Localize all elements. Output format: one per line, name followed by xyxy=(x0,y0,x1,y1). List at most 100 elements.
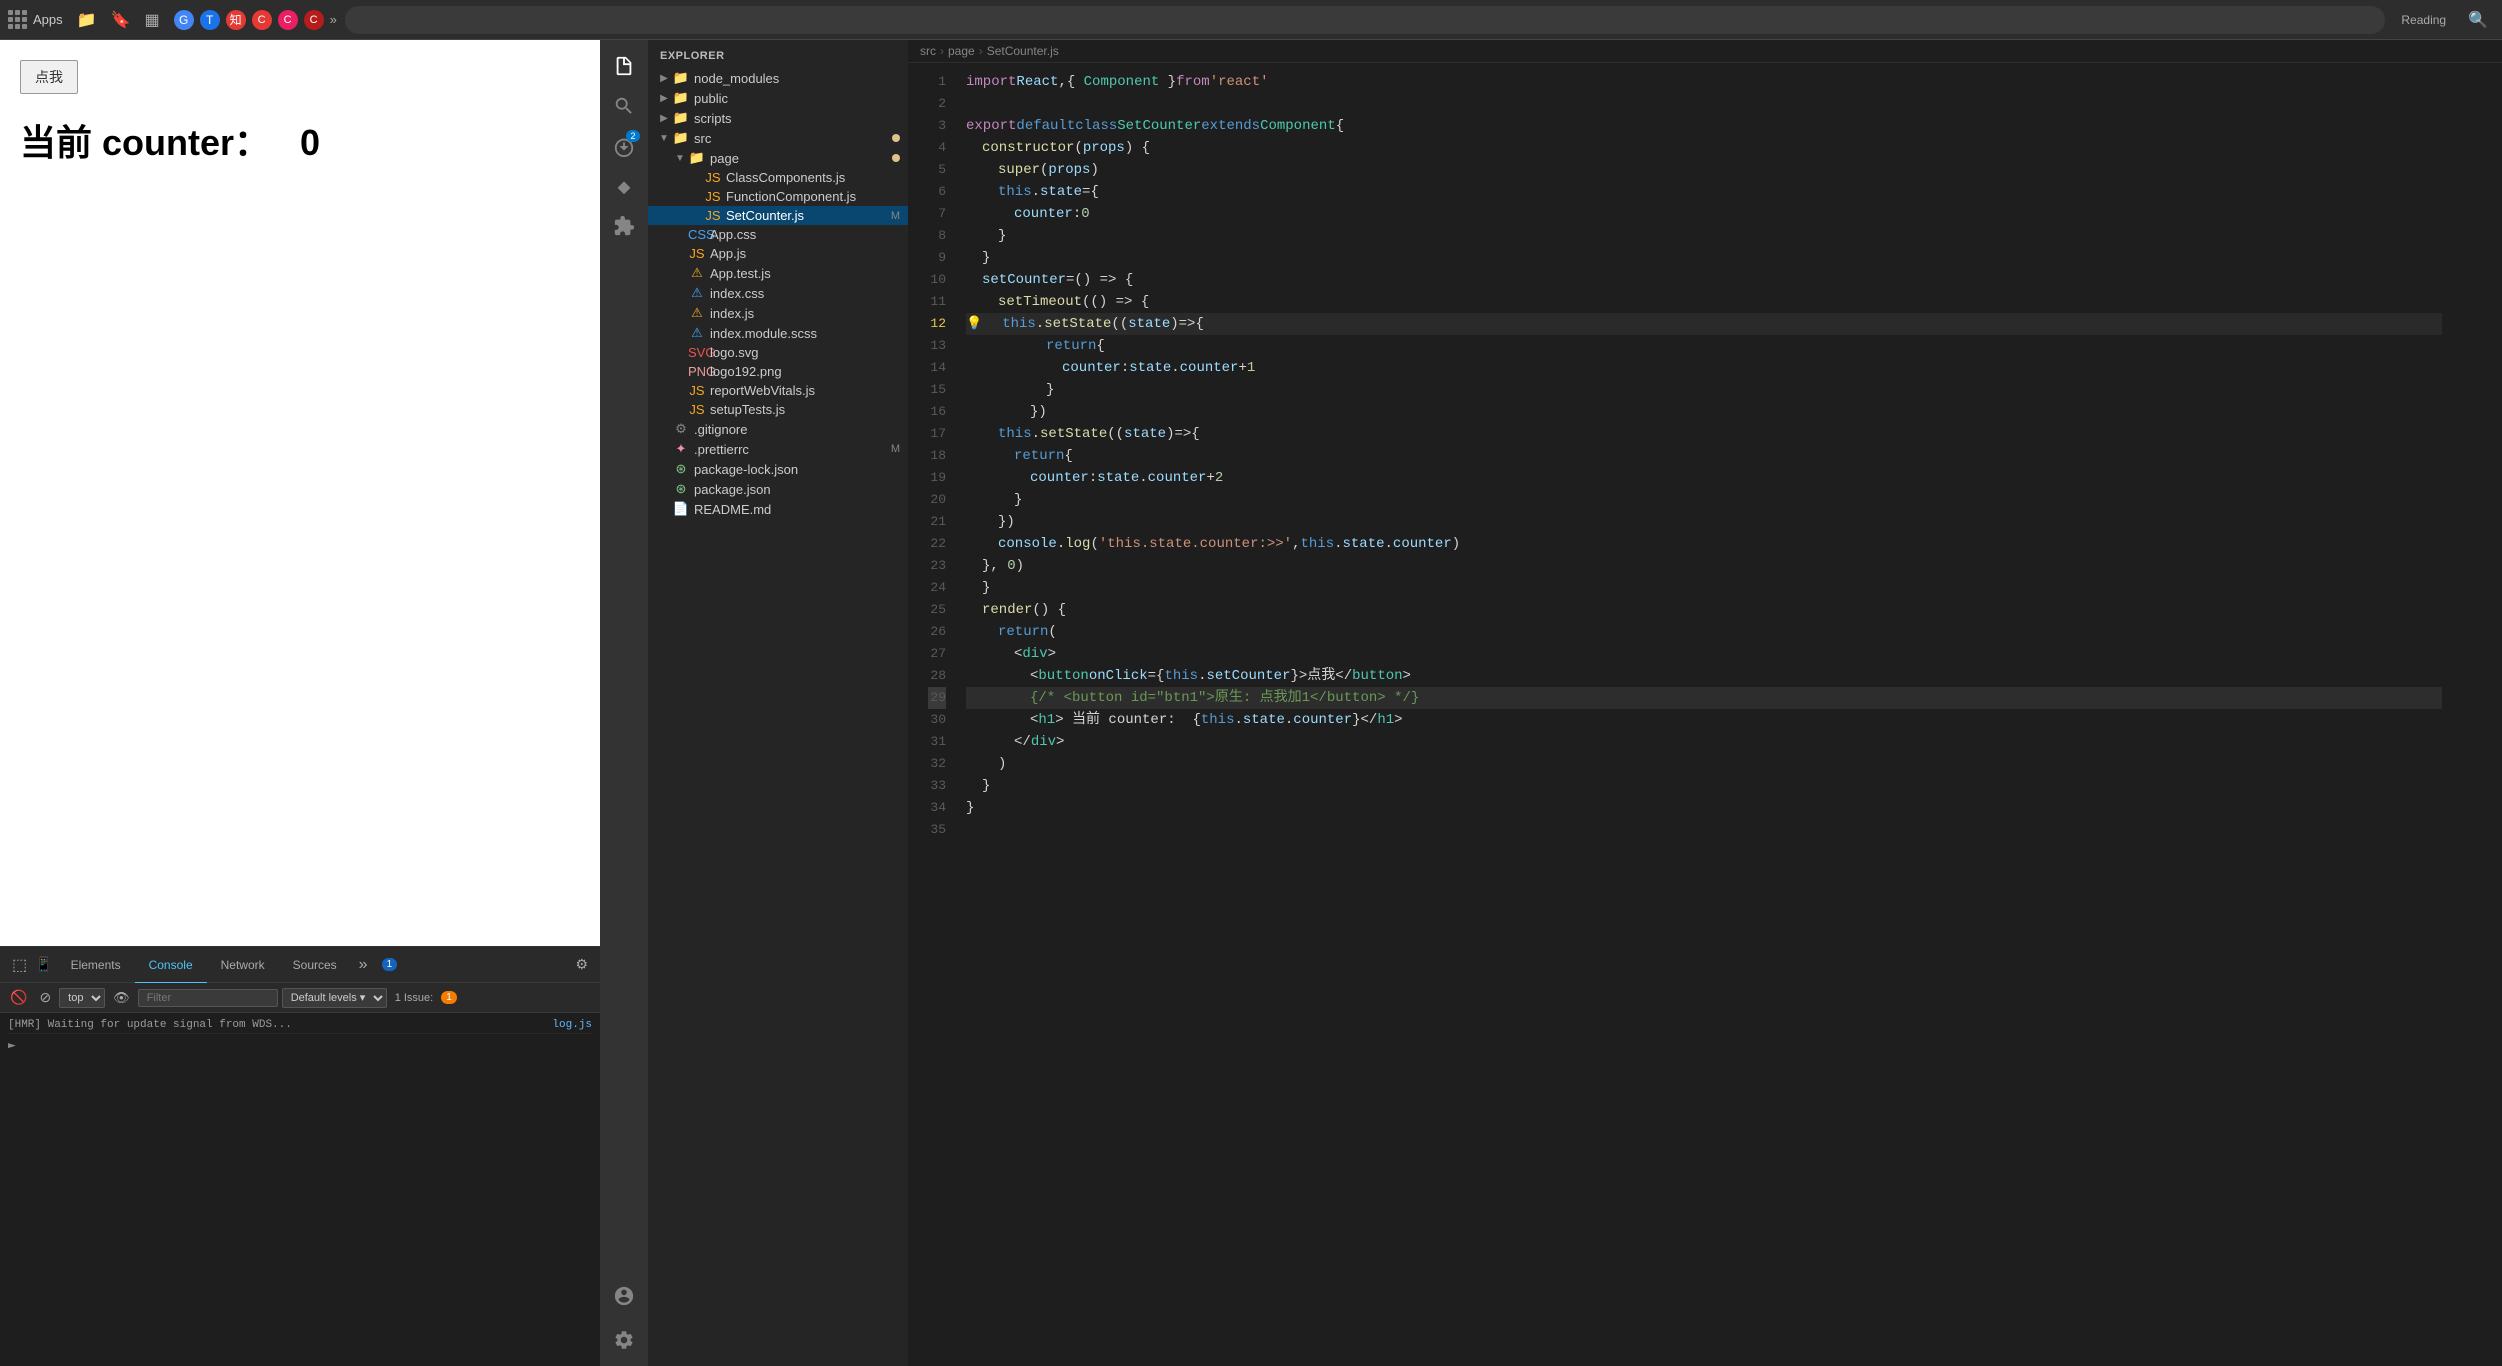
chevron-public: ▶ xyxy=(656,93,672,104)
file-logo-svg[interactable]: SVG logo.svg xyxy=(648,343,908,362)
code-line-34: } xyxy=(966,797,2442,819)
file-index-module[interactable]: ⚠ index.module.scss xyxy=(648,323,908,343)
code-line-22: console.log('this.state.counter:>>', thi… xyxy=(966,533,2442,555)
vscode: 2 Explorer xyxy=(600,40,2502,1366)
file-app-js[interactable]: JS App.js xyxy=(648,244,908,263)
bookmark-btn[interactable]: 🔖 xyxy=(105,6,137,34)
activity-explorer[interactable] xyxy=(606,48,642,84)
code-line-13: return { xyxy=(966,335,2442,357)
file-setup-tests-name: setupTests.js xyxy=(710,402,908,417)
file-index-css[interactable]: ⚠ index.css xyxy=(648,283,908,303)
file-index-css-icon: ⚠ xyxy=(688,285,706,301)
folder-scripts[interactable]: ▶ 📁 scripts xyxy=(648,108,908,128)
tab-sources[interactable]: Sources xyxy=(279,948,351,984)
code-line-23: }, 0) xyxy=(966,555,2442,577)
devtools-more[interactable]: » xyxy=(351,956,376,974)
file-readme[interactable]: 📄 README.md xyxy=(648,499,908,519)
file-setup-tests[interactable]: JS setupTests.js xyxy=(648,400,908,419)
code-editor: src › page › SetCounter.js 123 456 789 1… xyxy=(908,40,2502,1366)
console-link[interactable]: log.js xyxy=(552,1019,592,1031)
folder-page-icon: 📁 xyxy=(688,150,706,166)
context-selector[interactable]: top xyxy=(59,988,105,1008)
b4-icon[interactable]: C xyxy=(278,10,298,30)
counter-label: 当前 counter： xyxy=(20,122,270,163)
folder-page[interactable]: ▼ 📁 page xyxy=(648,148,908,168)
devtools-inspect-icon[interactable]: ⬚ xyxy=(8,953,31,977)
clear-console-btn[interactable]: 🚫 xyxy=(6,987,31,1008)
file-function-component[interactable]: JS FunctionComponent.js xyxy=(648,187,908,206)
b2-icon[interactable]: 知 xyxy=(226,10,246,30)
b5-icon[interactable]: C xyxy=(304,10,324,30)
folder-node-modules[interactable]: ▶ 📁 node_modules xyxy=(648,68,908,88)
file-package-json-icon: ⊛ xyxy=(672,481,690,497)
chevron-src: ▼ xyxy=(656,133,672,144)
address-bar[interactable] xyxy=(345,6,2386,34)
devtools-device-icon[interactable]: 📱 xyxy=(31,954,56,975)
file-index-js-name: index.js xyxy=(710,306,908,321)
activity-account[interactable] xyxy=(606,1278,642,1314)
file-prettierrc[interactable]: ✦ .prettierrc M xyxy=(648,439,908,459)
folder-btn[interactable]: 📁 xyxy=(71,6,103,34)
code-area: 123 456 789 101112 131415 161718 192021 … xyxy=(908,63,2502,1366)
file-class-components[interactable]: JS ClassComponents.js xyxy=(648,168,908,187)
b3-icon[interactable]: C xyxy=(252,10,272,30)
file-index-css-name: index.css xyxy=(710,286,908,301)
pause-btn[interactable]: ⊘ xyxy=(35,987,55,1008)
tab-network[interactable]: Network xyxy=(207,948,279,984)
git-badge: 2 xyxy=(626,130,640,142)
console-text-0: [HMR] Waiting for update signal from WDS… xyxy=(8,1019,292,1031)
breadcrumb-src[interactable]: src xyxy=(920,44,936,58)
tab-elements-label: Elements xyxy=(71,958,121,972)
file-index-js[interactable]: ⚠ index.js xyxy=(648,303,908,323)
file-logo192[interactable]: PNG logo192.png xyxy=(648,362,908,381)
file-package-lock-name: package-lock.json xyxy=(694,462,908,477)
browser-search-icon[interactable]: 🔍 xyxy=(2462,10,2494,30)
file-report-web[interactable]: JS reportWebVitals.js xyxy=(648,381,908,400)
file-app-test-icon: ⚠ xyxy=(688,265,706,281)
eye-icon[interactable]: 👁 xyxy=(109,988,134,1008)
breadcrumb-file[interactable]: SetCounter.js xyxy=(987,44,1059,58)
code-line-10: setCounter = () => { xyxy=(966,269,2442,291)
more-bookmarks[interactable]: » xyxy=(330,12,337,27)
file-package-lock[interactable]: ⊛ package-lock.json xyxy=(648,459,908,479)
b1-icon[interactable]: T xyxy=(200,10,220,30)
code-line-11: setTimeout(() => { xyxy=(966,291,2442,313)
tab-elements[interactable]: Elements xyxy=(57,948,135,984)
activity-debug[interactable] xyxy=(606,168,642,204)
breadcrumb-page[interactable]: page xyxy=(948,44,975,58)
file-readme-icon: 📄 xyxy=(672,501,690,517)
file-report-icon: JS xyxy=(688,383,706,398)
activity-extensions[interactable] xyxy=(606,208,642,244)
file-gitignore[interactable]: ⚙ .gitignore xyxy=(648,419,908,439)
folder-public[interactable]: ▶ 📁 public xyxy=(648,88,908,108)
tab-console[interactable]: Console xyxy=(135,948,207,984)
devtools-tabs: ⬚ 📱 Elements Console Network Sources » 1… xyxy=(0,947,600,983)
click-button[interactable]: 点我 xyxy=(20,60,78,94)
filter-input[interactable] xyxy=(138,989,278,1007)
activity-settings[interactable] xyxy=(606,1322,642,1358)
google-icon[interactable]: G xyxy=(174,10,194,30)
file-app-css[interactable]: CSS App.css xyxy=(648,225,908,244)
folder-src[interactable]: ▼ 📁 src xyxy=(648,128,908,148)
apps-grid-btn[interactable]: ▦ xyxy=(138,6,165,34)
apps-button[interactable]: Apps xyxy=(8,10,63,29)
file-prettierrc-name: .prettierrc xyxy=(694,442,891,457)
file-explorer: Explorer ▶ 📁 node_modules ▶ 📁 public xyxy=(648,40,908,1366)
code-line-21: }) xyxy=(966,511,2442,533)
folder-node-modules-name: node_modules xyxy=(694,71,908,86)
code-line-35 xyxy=(966,819,2442,841)
code-line-27: <div> xyxy=(966,643,2442,665)
activity-git[interactable]: 2 xyxy=(606,128,642,164)
folder-src-name: src xyxy=(694,131,892,146)
activity-search[interactable] xyxy=(606,88,642,124)
code-line-26: return ( xyxy=(966,621,2442,643)
file-package-json[interactable]: ⊛ package.json xyxy=(648,479,908,499)
file-setup-icon: JS xyxy=(688,402,706,417)
code-line-31: </div> xyxy=(966,731,2442,753)
tab-sources-label: Sources xyxy=(293,958,337,972)
file-app-test[interactable]: ⚠ App.test.js xyxy=(648,263,908,283)
levels-selector[interactable]: Default levels ▾ xyxy=(282,988,387,1008)
devtools-gear-icon[interactable]: ⚙ xyxy=(571,956,592,973)
file-index-js-icon: ⚠ xyxy=(688,305,706,321)
file-set-counter[interactable]: JS SetCounter.js M xyxy=(648,206,908,225)
